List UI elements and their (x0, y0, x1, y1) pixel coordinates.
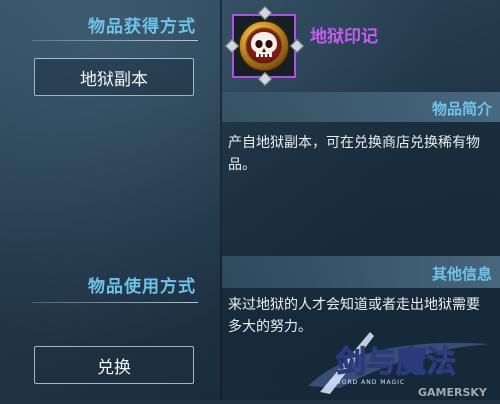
svg-text:SWORD AND MAGIC: SWORD AND MAGIC (330, 379, 405, 386)
item-source-panel: 物品获得方式 地狱副本 物品使用方式 兑换 (0, 0, 222, 400)
usage-method-title: 物品使用方式 (88, 277, 196, 297)
other-title: 其他信息 (431, 265, 492, 283)
usage-divider (32, 302, 198, 303)
svg-text:GAMERSKY: GAMERSKY (418, 386, 488, 399)
game-logo-watermark: 剑与魔法 SWORD AND MAGIC GAMERSKY (300, 326, 500, 400)
svg-text:剑与魔法: 剑与魔法 (336, 345, 456, 380)
game-logo-icon: 剑与魔法 SWORD AND MAGIC GAMERSKY (308, 332, 490, 399)
item-icon-frame (232, 14, 296, 78)
skull-medal-icon (238, 20, 290, 72)
intro-body: 产自地狱副本，可在兑换商店兑换稀有物品。 (222, 122, 500, 256)
intro-title: 物品简介 (431, 100, 492, 118)
hell-dungeon-button[interactable]: 地狱副本 (34, 58, 194, 96)
exchange-button[interactable]: 兑换 (34, 346, 194, 384)
intro-header: 物品简介 (222, 92, 500, 122)
intro-text: 产自地狱副本，可在兑换商店兑换稀有物品。 (228, 135, 480, 173)
acquire-method-title: 物品获得方式 (88, 17, 196, 37)
item-name: 地狱印记 (310, 27, 378, 47)
acquire-divider (32, 40, 198, 41)
other-header: 其他信息 (222, 256, 500, 288)
